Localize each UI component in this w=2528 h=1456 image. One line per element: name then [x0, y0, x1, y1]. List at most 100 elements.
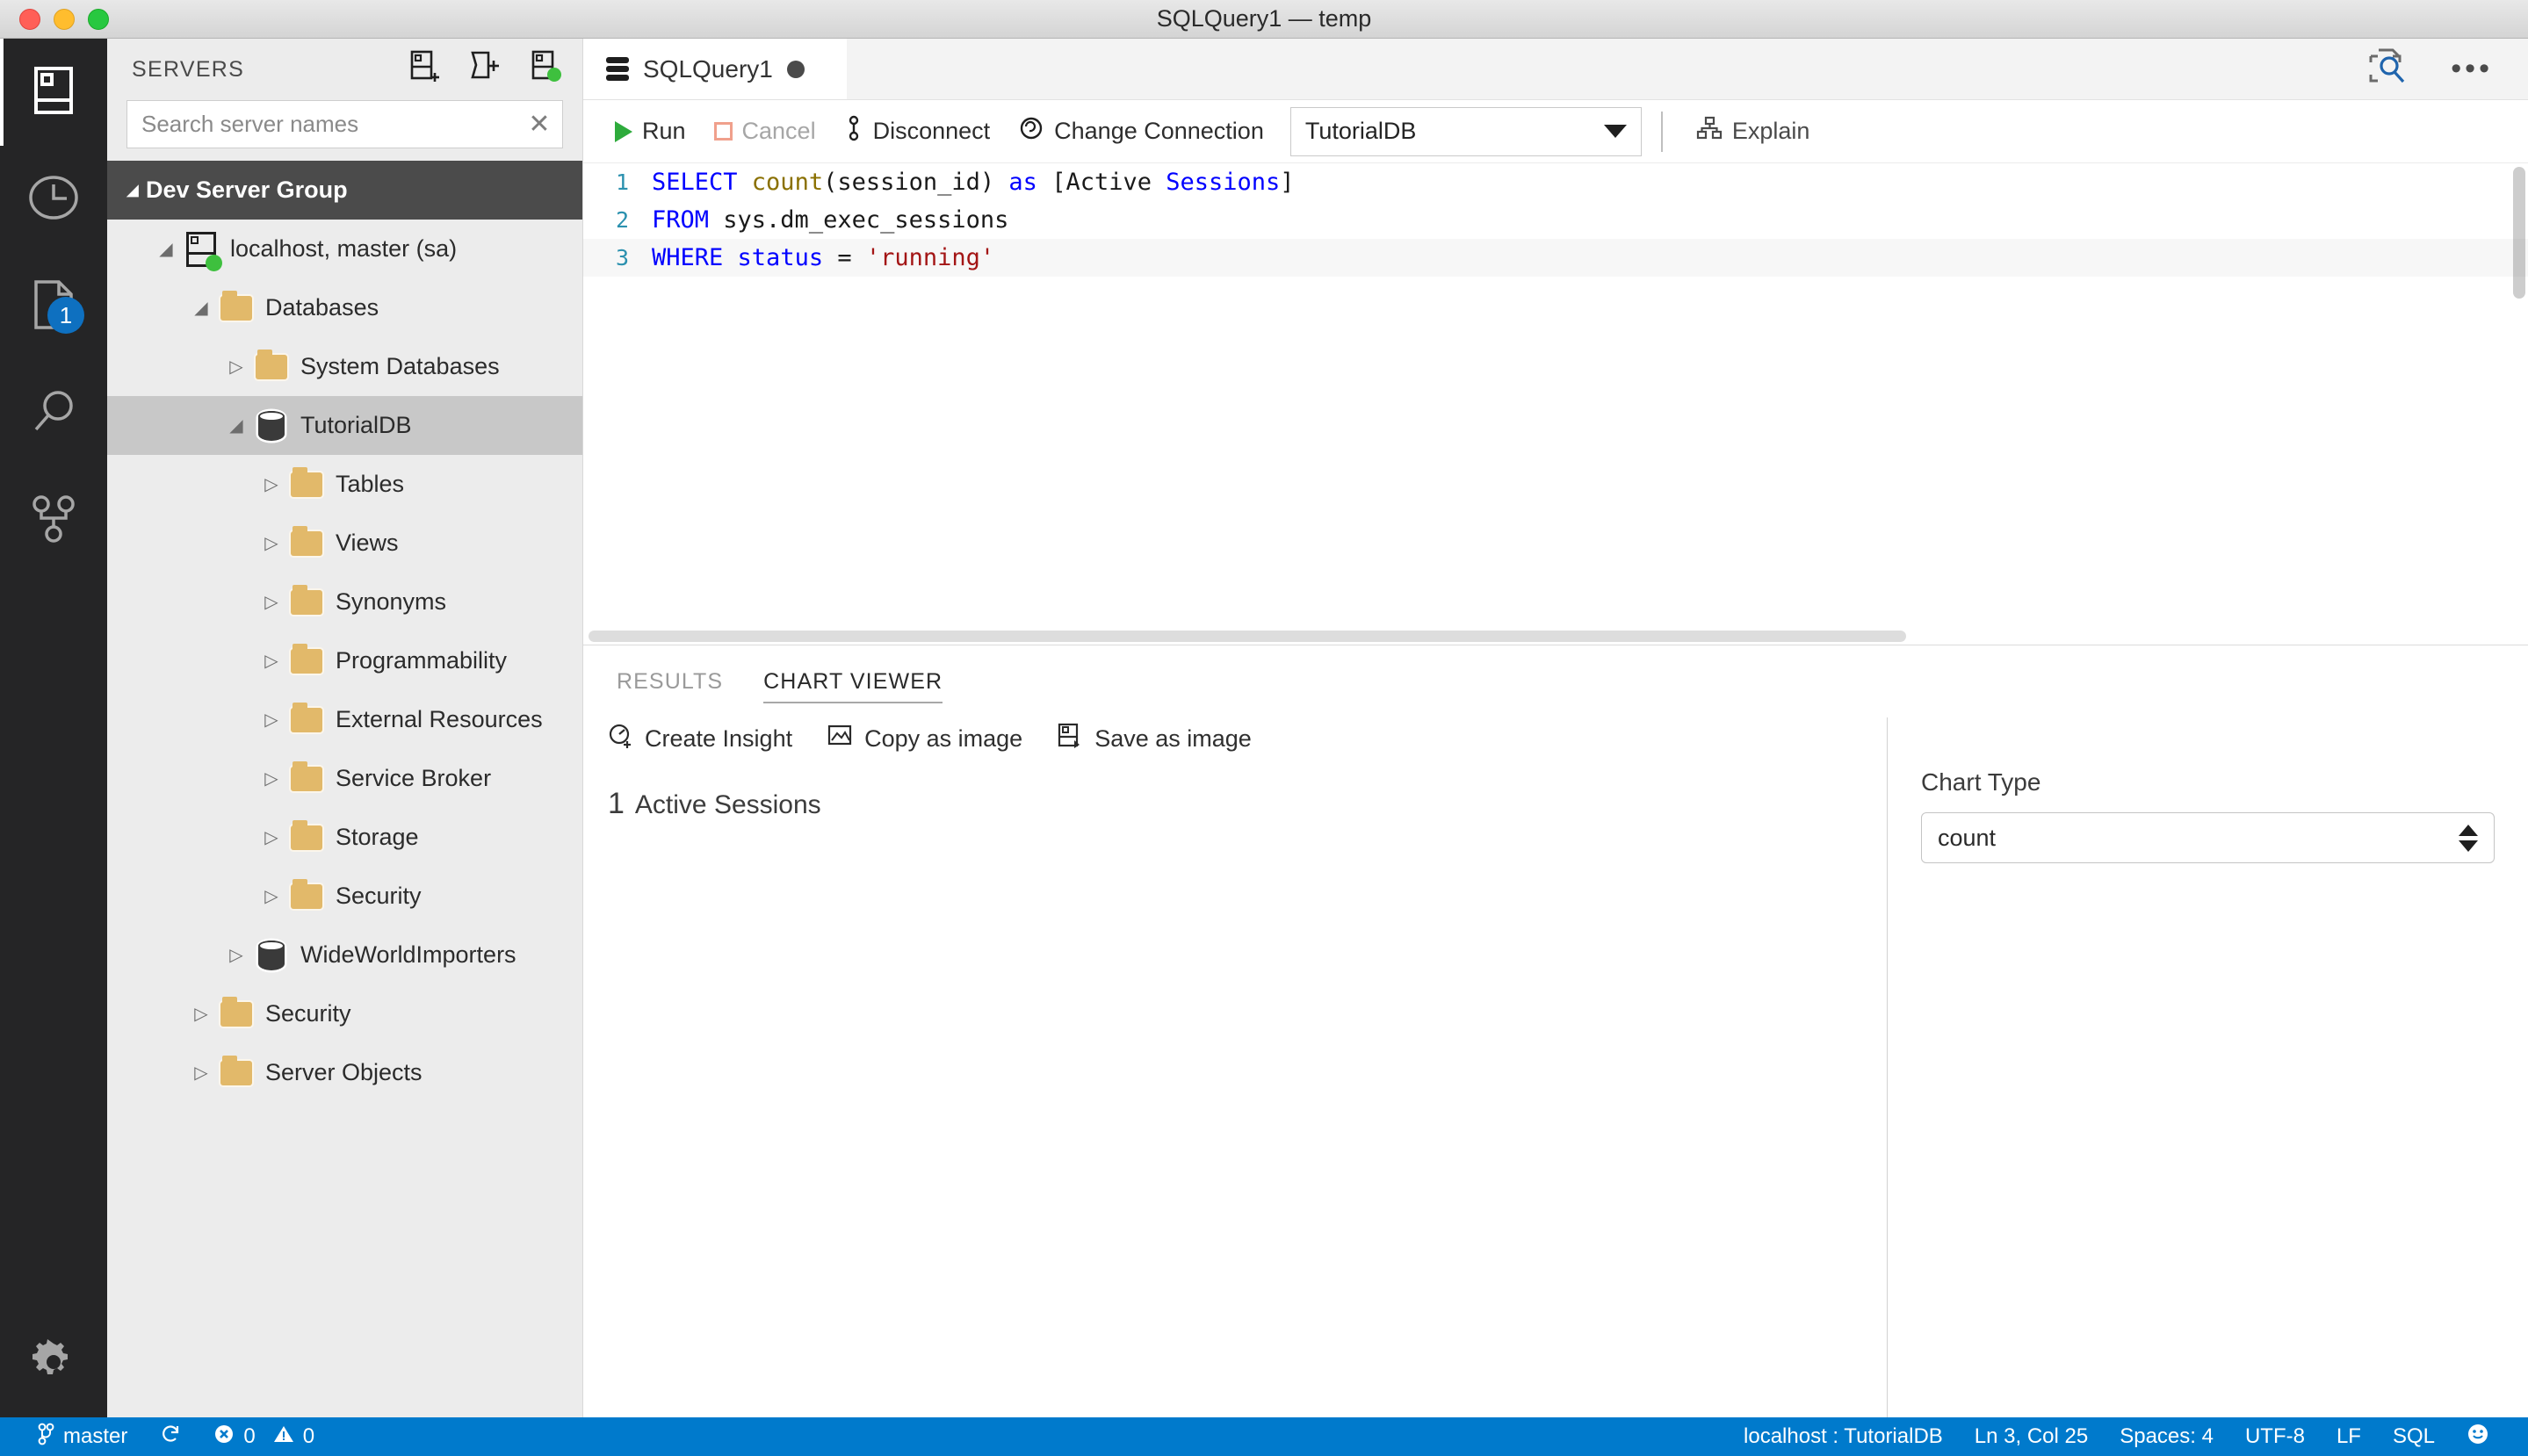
code-line[interactable]: 2 FROM sys.dm_exec_sessions	[583, 201, 2528, 239]
tree-item[interactable]: ◢ Databases	[107, 278, 582, 337]
chevron-right-icon[interactable]: ▷	[256, 709, 286, 731]
clock-icon	[28, 175, 79, 225]
chevron-right-icon[interactable]: ▷	[256, 826, 286, 848]
panel-tab-bar: RESULTS CHART VIEWER	[583, 645, 2528, 717]
activity-item-servers[interactable]	[0, 39, 107, 146]
change-connection-icon	[1018, 115, 1044, 148]
chevron-right-icon[interactable]: ▷	[186, 1003, 216, 1025]
chevron-down-icon[interactable]: ◢	[186, 297, 216, 319]
cancel-button[interactable]: Cancel	[700, 108, 830, 155]
code-line[interactable]: 1 SELECT count(session_id) as [Active Ses…	[583, 163, 2528, 201]
search-input[interactable]	[127, 111, 516, 138]
database-dropdown[interactable]: TutorialDB	[1289, 106, 1642, 156]
tab-sqlquery1[interactable]: SQLQuery1	[583, 39, 847, 99]
search-server-box[interactable]: ✕	[126, 100, 563, 148]
folder-icon	[286, 643, 327, 674]
tree-item[interactable]: ▷ Views	[107, 514, 582, 573]
unsaved-dot-icon	[786, 60, 805, 78]
chevron-down-icon	[1603, 125, 1627, 138]
tree-item[interactable]: ▷ Server Objects	[107, 1043, 582, 1102]
add-folder-icon[interactable]	[470, 50, 502, 90]
search-icon	[29, 387, 78, 441]
copy-as-image-button[interactable]: Copy as image	[827, 724, 1022, 754]
tree-item[interactable]: ◢ localhost, master (sa)	[107, 220, 582, 278]
chart-type-select[interactable]: count	[1921, 812, 2495, 863]
status-eol[interactable]: LF	[2321, 1417, 2377, 1456]
tree-item[interactable]: ▷ System Databases	[107, 337, 582, 396]
status-language-mode[interactable]: SQL	[2377, 1417, 2451, 1456]
disconnect-button[interactable]: Disconnect	[830, 108, 1005, 155]
run-button[interactable]: Run	[601, 108, 700, 155]
explain-label: Explain	[1731, 118, 1810, 144]
chart-type-label: Chart Type	[1921, 768, 2041, 796]
sql-code-editor[interactable]: 1 SELECT count(session_id) as [Active Ses…	[583, 163, 2528, 645]
tree-item[interactable]: ▷ Service Broker	[107, 749, 582, 808]
create-insight-button[interactable]: Create Insight	[608, 723, 792, 755]
editor-vertical-scrollbar[interactable]	[2509, 163, 2528, 645]
editor-horizontal-scrollbar[interactable]	[583, 627, 2528, 645]
tree-item[interactable]: ▷ Programmability	[107, 631, 582, 690]
chevron-right-icon[interactable]: ▷	[256, 650, 286, 672]
tree-item[interactable]: ▷ Storage	[107, 808, 582, 867]
activity-item-tasks[interactable]: 1	[0, 253, 107, 360]
chevron-down-icon[interactable]: ◢	[119, 182, 146, 199]
chevron-right-icon[interactable]: ▷	[256, 473, 286, 495]
database-icon	[251, 410, 292, 441]
status-encoding[interactable]: UTF-8	[2229, 1417, 2321, 1456]
code-lines: 1 SELECT count(session_id) as [Active Ses…	[583, 163, 2528, 277]
tree-item[interactable]: ▷ Security	[107, 867, 582, 926]
find-in-document-icon[interactable]	[2368, 47, 2409, 90]
window-title: SQLQuery1 — temp	[1156, 5, 1372, 32]
status-indentation[interactable]: Spaces: 4	[2104, 1417, 2229, 1456]
chevron-right-icon[interactable]: ▷	[186, 1062, 216, 1084]
chevron-down-icon[interactable]: ◢	[151, 238, 181, 260]
chevron-down-icon[interactable]: ◢	[221, 414, 251, 436]
tree-item-label: Views	[336, 530, 399, 556]
status-branch-label: master	[63, 1424, 128, 1448]
folder-icon	[251, 349, 292, 379]
save-as-image-button[interactable]: Save as image	[1058, 723, 1252, 755]
status-feedback[interactable]	[2451, 1417, 2505, 1456]
editor-tab-bar: SQLQuery1 •••	[583, 39, 2528, 100]
chevron-right-icon[interactable]: ▷	[221, 356, 251, 378]
status-branch[interactable]: master	[21, 1417, 143, 1456]
tree-item[interactable]: ◢ Dev Server Group	[107, 161, 582, 220]
code-line[interactable]: 3 WHERE status = 'running'	[583, 239, 2528, 277]
clear-search-icon[interactable]: ✕	[516, 111, 562, 138]
tab-chart-viewer[interactable]: CHART VIEWER	[763, 645, 943, 717]
panel-body: Create Insight Copy as image Save as ima…	[583, 717, 2528, 1417]
chevron-right-icon[interactable]: ▷	[221, 944, 251, 966]
tree-item[interactable]: ▷ WideWorldImporters	[107, 926, 582, 984]
chevron-right-icon[interactable]: ▷	[256, 591, 286, 613]
activity-item-manage[interactable]	[0, 1310, 107, 1417]
tree-item[interactable]: ◢ TutorialDB	[107, 396, 582, 455]
change-connection-label: Change Connection	[1054, 118, 1264, 144]
add-server-icon[interactable]	[410, 50, 440, 90]
tree-item[interactable]: ▷ Security	[107, 984, 582, 1043]
chevron-right-icon[interactable]: ▷	[256, 768, 286, 789]
chevron-right-icon[interactable]: ▷	[256, 885, 286, 907]
status-problems[interactable]: 0 0	[198, 1417, 330, 1456]
source-control-icon	[31, 494, 76, 548]
chart-value-label: Active Sessions	[634, 790, 821, 819]
tab-results[interactable]: RESULTS	[617, 645, 723, 717]
chevron-right-icon[interactable]: ▷	[256, 532, 286, 554]
status-sync[interactable]	[143, 1417, 198, 1456]
tree-item[interactable]: ▷ Tables	[107, 455, 582, 514]
explain-button[interactable]: Explain	[1682, 108, 1824, 155]
tree-item-label: Security	[336, 883, 422, 909]
activity-item-source-control[interactable]	[0, 467, 107, 574]
play-icon	[615, 120, 632, 142]
activity-item-search[interactable]	[0, 360, 107, 467]
server-connected-icon[interactable]	[531, 50, 563, 90]
change-connection-button[interactable]: Change Connection	[1004, 108, 1278, 155]
activity-item-history[interactable]	[0, 146, 107, 253]
tree-item-label: TutorialDB	[300, 412, 412, 438]
folder-icon	[286, 466, 327, 497]
ellipsis-icon[interactable]: •••	[2451, 54, 2493, 84]
tree-item[interactable]: ▷ Synonyms	[107, 573, 582, 631]
tree-item[interactable]: ▷ External Resources	[107, 690, 582, 749]
status-cursor-position[interactable]: Ln 3, Col 25	[1959, 1417, 2104, 1456]
status-connection[interactable]: localhost : TutorialDB	[1728, 1417, 1959, 1456]
sidebar-title: SERVERS	[132, 56, 245, 82]
